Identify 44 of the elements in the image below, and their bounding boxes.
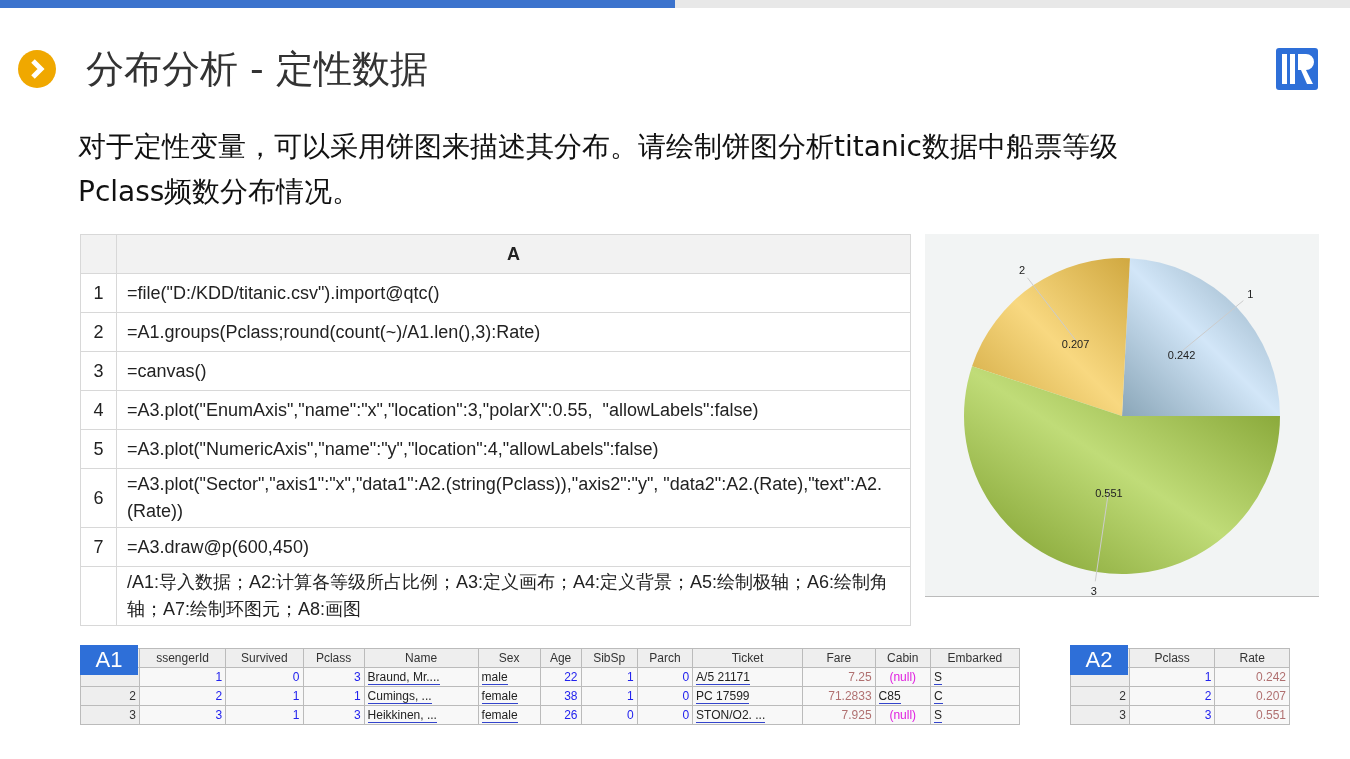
code-cell: =file("D:/KDD/titanic.csv").import@qtc()	[117, 274, 911, 313]
row-number: 6	[81, 469, 117, 528]
leader-line	[1181, 300, 1244, 352]
leader-line	[1026, 277, 1077, 341]
slice-value-label: 0.207	[1061, 338, 1090, 351]
row-number: 5	[81, 430, 117, 469]
column-header: Ticket	[692, 648, 803, 668]
column-header: ssengerId	[139, 648, 226, 668]
column-header: Cabin	[875, 648, 931, 668]
row-number: 7	[81, 528, 117, 567]
column-header: Pclass	[1129, 648, 1215, 668]
code-cell: =A3.plot("NumericAxis","name":"y","location":4,"allowLabels":false)	[117, 430, 911, 469]
code-cell: =A3.plot("EnumAxis","name":"x","location":3,"polarX":0.55, "allowLabels":false)	[117, 391, 911, 430]
column-header: A	[117, 235, 911, 274]
slice-category-label: 1	[1247, 288, 1254, 301]
slide-title: 分布分析 - 定性数据	[86, 45, 429, 93]
column-header: Parch	[637, 648, 693, 668]
code-cell: /A1:导入数据；A2:计算各等级所占比例；A3:定义画布；A4:定义背景；A5:绘制极轴；A6:绘制角轴；A7:绘制环图元；A8:画图	[117, 567, 911, 626]
table-tag: A1	[80, 645, 138, 675]
logo-icon	[1276, 48, 1318, 90]
column-header: Age	[540, 648, 581, 668]
slice-value-label: 0.242	[1167, 349, 1196, 362]
row-number: 1	[81, 274, 117, 313]
column-header: Pclass	[303, 648, 365, 668]
slice-value-label: 0.551	[1095, 487, 1123, 500]
chevron-icon	[18, 50, 56, 88]
code-cell: =A3.plot("Sector","axis1":"x","data1":A2.(string(Pclass)),"axis2":"y", "data2":A2.(Rate),"text":A2.(Rate))	[117, 469, 911, 528]
code-cell: =canvas()	[117, 352, 911, 391]
column-header: SibSp	[581, 648, 638, 668]
slice-category-label: 3	[1090, 584, 1097, 596]
intro-text: 对于定性变量，可以采用饼图来描述其分布。请绘制饼图分析titanic数据中船票等级Pclass频数分布情况。	[78, 129, 1119, 210]
row-number: 3	[81, 352, 117, 391]
slice-category-label: 2	[1019, 263, 1026, 276]
column-header: Rate	[1214, 648, 1290, 668]
code-cell: =A3.draw@p(600,450)	[117, 528, 911, 567]
row-number: 2	[81, 313, 117, 352]
column-header: Name	[364, 648, 479, 668]
code-cell: =A1.groups(Pclass;round(count(~)/A1.len(),3):Rate)	[117, 313, 911, 352]
column-header: Sex	[478, 648, 541, 668]
table-tag: A2	[1070, 645, 1128, 675]
column-header: Fare	[802, 648, 876, 668]
row-number: 4	[81, 391, 117, 430]
column-header: Embarked	[930, 648, 1020, 668]
column-header: Survived	[225, 648, 303, 668]
